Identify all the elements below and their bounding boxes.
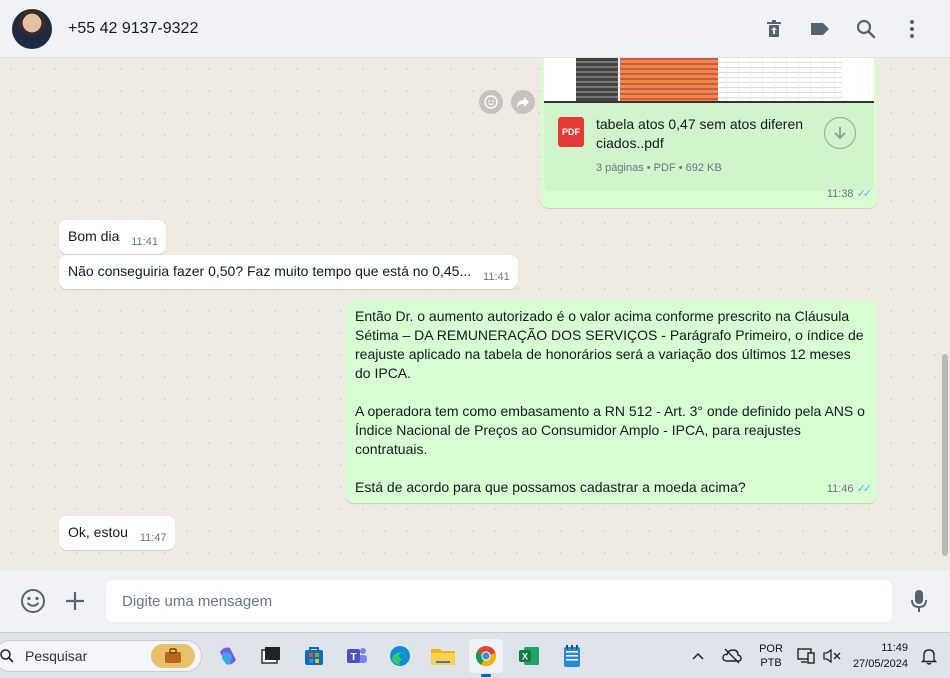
emoji-icon[interactable] bbox=[18, 586, 48, 616]
outgoing-message[interactable]: Então Dr. o aumento autorizado é o valor… bbox=[345, 300, 877, 503]
teams-icon[interactable]: T bbox=[340, 639, 374, 673]
document-preview[interactable] bbox=[544, 58, 874, 103]
document-message[interactable]: PDF tabela atos 0,47 sem atos diferen ci… bbox=[541, 58, 877, 208]
contact-name[interactable]: +55 42 9137-9322 bbox=[68, 20, 198, 38]
message-time: 11:47 bbox=[139, 532, 167, 544]
message-paragraph: Então Dr. o aumento autorizado é o valor… bbox=[355, 308, 864, 381]
notification-bell-icon[interactable] bbox=[912, 639, 946, 673]
taskbar-clock[interactable]: 11:49 27/05/2024 bbox=[853, 640, 908, 672]
chrome-icon[interactable] bbox=[469, 638, 503, 677]
svg-text:X: X bbox=[522, 651, 528, 661]
forward-icon[interactable] bbox=[511, 90, 535, 114]
incoming-message[interactable]: Ok, estou 11:47 bbox=[59, 516, 175, 550]
read-ticks-icon: ✓✓ bbox=[856, 483, 873, 495]
file-explorer-icon[interactable] bbox=[426, 639, 460, 673]
notepad-icon[interactable] bbox=[555, 639, 589, 673]
microphone-icon[interactable] bbox=[904, 586, 934, 616]
message-time: 11:46 bbox=[826, 483, 854, 495]
chat-scrollbar[interactable] bbox=[942, 354, 948, 556]
taskbar-search-label: Pesquisar bbox=[25, 647, 88, 664]
menu-icon[interactable] bbox=[900, 17, 924, 41]
incoming-message[interactable]: Não conseguiria fazer 0,50? Faz muito te… bbox=[59, 255, 518, 289]
message-text: Bom dia bbox=[68, 228, 120, 244]
cloud-offline-icon[interactable] bbox=[715, 639, 749, 673]
excel-icon[interactable]: X bbox=[512, 639, 546, 673]
document-meta: 3 páginas • PDF • 692 KB bbox=[596, 162, 722, 174]
pdf-file-icon: PDF bbox=[558, 117, 584, 147]
download-icon[interactable] bbox=[824, 117, 856, 149]
chevron-up-icon[interactable] bbox=[681, 639, 715, 673]
system-tray: POR PTB 11:49 27/05/2024 bbox=[681, 633, 950, 678]
store-icon[interactable] bbox=[297, 639, 331, 673]
message-paragraph: Está de acordo para que possamos cadastr… bbox=[355, 479, 746, 495]
clock-date: 27/05/2024 bbox=[852, 657, 908, 670]
header-actions bbox=[762, 17, 924, 41]
message-text: Ok, estou bbox=[68, 524, 128, 540]
clock-time: 11:49 bbox=[881, 641, 908, 654]
task-view-icon[interactable] bbox=[254, 639, 288, 673]
label-icon[interactable] bbox=[808, 17, 832, 41]
message-time: 11:41 bbox=[483, 271, 510, 283]
emoji-react-icon[interactable] bbox=[479, 90, 503, 114]
chat-area[interactable]: PDF tabela atos 0,47 sem atos diferen ci… bbox=[0, 58, 950, 570]
read-ticks-icon: ✓✓ bbox=[856, 188, 873, 200]
edge-icon[interactable] bbox=[383, 639, 417, 673]
message-time: 11:38 bbox=[826, 188, 854, 200]
document-info: PDF tabela atos 0,47 sem atos diferen ci… bbox=[544, 103, 874, 191]
delete-icon[interactable] bbox=[762, 17, 786, 41]
message-time: 11:41 bbox=[131, 236, 158, 248]
svg-text:T: T bbox=[350, 652, 356, 663]
language-line1: POR bbox=[759, 642, 783, 655]
message-text: Não conseguiria fazer 0,50? Faz muito te… bbox=[68, 263, 472, 279]
language-indicator[interactable]: POR PTB bbox=[759, 642, 783, 670]
search-icon[interactable] bbox=[854, 17, 878, 41]
briefcase-icon bbox=[151, 643, 195, 668]
chat-header: +55 42 9137-9322 bbox=[0, 0, 950, 58]
document-file-name: tabela atos 0,47 sem atos diferen ciados… bbox=[596, 116, 804, 151]
network-icon[interactable] bbox=[793, 639, 819, 673]
attach-plus-icon[interactable] bbox=[60, 586, 90, 616]
document-thumbnail bbox=[576, 58, 842, 101]
incoming-message[interactable]: Bom dia 11:41 bbox=[59, 220, 166, 254]
contact-avatar[interactable] bbox=[12, 8, 52, 49]
taskbar-search[interactable]: Pesquisar bbox=[0, 639, 202, 672]
language-line2: PTB bbox=[760, 656, 782, 669]
windows-taskbar: Pesquisar T X POR PTB 11:49 27/05/2024 bbox=[0, 632, 950, 678]
taskbar-search-icon bbox=[0, 648, 14, 663]
copilot-icon[interactable] bbox=[211, 639, 245, 673]
message-paragraph: A operadora tem como embasamento a RN 51… bbox=[355, 403, 865, 457]
message-input[interactable] bbox=[106, 580, 892, 622]
volume-muted-icon[interactable] bbox=[819, 639, 845, 673]
message-composer bbox=[0, 570, 950, 632]
